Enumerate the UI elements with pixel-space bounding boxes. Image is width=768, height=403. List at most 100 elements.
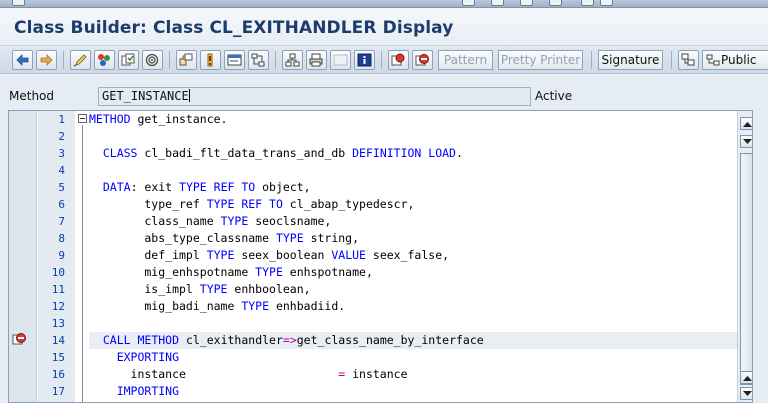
line-number: 10 [51,266,65,279]
code-line[interactable]: CALL METHOD cl_exithandler=>get_class_na… [89,332,737,349]
documentation-button[interactable] [354,50,375,70]
check-icon [121,53,135,66]
signature-button[interactable]: Signature [598,50,663,70]
abap-editor[interactable]: METHOD get_instance. CLASS cl_badi_flt_d… [8,110,753,403]
class-structure-button[interactable] [678,50,699,70]
code-line[interactable]: mig_enhspotname TYPE enhspotname, [89,264,737,281]
print-button[interactable] [306,50,327,70]
breakpoint-icon[interactable] [12,332,28,346]
code-text: is_impl [89,282,200,296]
toolbar-separator [591,51,592,69]
collapse-icon[interactable] [78,114,87,123]
vertical-scrollbar[interactable] [737,111,752,402]
line-number: 13 [51,317,65,330]
code-text: get_instance. [130,112,228,126]
code-line[interactable]: mig_badi_name TYPE enhbadiid. [89,298,737,315]
code-area[interactable]: METHOD get_instance. CLASS cl_badi_flt_d… [89,111,737,402]
code-text: seex_boolean [234,248,332,262]
display-change-button[interactable] [70,50,91,70]
breakpoint-gutter[interactable] [9,111,37,402]
chevron-up-icon [743,376,752,381]
code-keyword: TYPE [275,231,304,245]
enter-icon[interactable] [12,0,25,6]
code-line[interactable] [89,128,737,145]
line-number: 6 [58,198,65,211]
scroll-bottom-button[interactable] [740,387,752,400]
info-marker-button[interactable] [200,50,221,70]
scroll-up-button[interactable] [740,371,752,384]
code-line[interactable] [89,162,737,179]
code-line[interactable]: METHOD get_instance. [89,111,737,128]
code-line[interactable]: EXPORTING [89,349,737,366]
toolbar-separator [169,51,170,69]
code-text: def_impl [89,248,207,262]
forward-button[interactable] [36,50,57,70]
code-keyword: TYPE [220,214,249,228]
scroll-down-button[interactable] [740,135,752,148]
line-number: 1 [58,113,65,126]
code-line[interactable]: CLASS cl_badi_flt_data_trans_and_db DEFI… [89,145,737,162]
pretty-printer-button[interactable]: Pretty Printer [498,50,583,70]
breakpoint-icon [391,53,405,66]
set-breakpoint-button[interactable] [388,50,409,70]
class-structure-icon [681,53,695,66]
code-line[interactable]: abs_type_classname TYPE string, [89,230,737,247]
code-line[interactable]: IMPORTING [89,383,737,400]
help-icon[interactable] [581,0,594,6]
line-number: 16 [51,368,65,381]
code-keyword: TYPE REF TO [206,197,283,211]
code-line[interactable]: is_impl TYPE enhboolean, [89,281,737,298]
code-keyword: DEFINITION LOAD [352,146,456,160]
enhance-button[interactable] [282,50,303,70]
code-text: cl_badi_flt_data_trans_and_db [137,146,353,160]
fold-gutter [75,111,89,402]
system-toolbar-icon[interactable] [520,0,533,6]
public-section-label: Public [721,53,757,67]
scroll-top-button[interactable] [740,117,752,130]
code-text: instance [345,367,408,381]
system-toolbar-icon[interactable] [549,0,562,6]
public-section-button[interactable]: Public [702,50,768,70]
tree-icon [285,53,300,67]
system-toolbar [0,0,768,8]
where-used-icon [179,53,193,66]
back-button[interactable] [12,50,33,70]
method-name-value: GET_INSTANCE [102,89,189,103]
navigation-window-button[interactable] [248,50,269,70]
code-keyword: CLASS [102,146,138,160]
method-header: Method GET_INSTANCE Active [0,75,768,110]
code-line[interactable]: def_impl TYPE seex_boolean VALUE seex_fa… [89,247,737,264]
edit-pencil-icon [73,54,87,67]
code-line[interactable] [89,315,737,332]
check-button[interactable] [118,50,139,70]
public-section-icon [706,54,720,66]
layout-icon[interactable] [600,0,613,6]
method-name-field[interactable]: GET_INSTANCE [98,87,531,106]
code-text: mig_enhspotname [89,265,256,279]
external-breakpoint-button[interactable] [412,50,433,70]
display-object-list-button[interactable] [224,50,245,70]
scrollbar-thumb[interactable] [740,153,752,385]
where-used-button[interactable] [176,50,197,70]
code-line[interactable]: DATA: exit TYPE REF TO object, [89,179,737,196]
system-toolbar-icon[interactable] [462,0,475,6]
code-line[interactable]: class_name TYPE seoclsname, [89,213,737,230]
activate-button[interactable] [142,50,163,70]
code-text: cl_abap_typedescr, [282,197,415,211]
pattern-button[interactable]: Pattern [438,50,493,70]
code-line[interactable]: type_ref TYPE REF TO cl_abap_typedescr, [89,196,737,213]
system-toolbar-icon[interactable] [491,0,504,6]
application-toolbar: Pattern Pretty Printer Signature Public [0,47,768,74]
hierarchy-icon [251,53,265,67]
toolbar-separator [381,51,382,69]
activate-icon [145,53,159,67]
code-keyword: VALUE [331,248,366,262]
other-object-button[interactable] [94,50,115,70]
code-line[interactable]: instance = instance [89,366,737,383]
code-text: mig_badi_name [89,299,242,313]
code-text: : exit [130,180,180,194]
back-arrow-icon [16,54,29,66]
